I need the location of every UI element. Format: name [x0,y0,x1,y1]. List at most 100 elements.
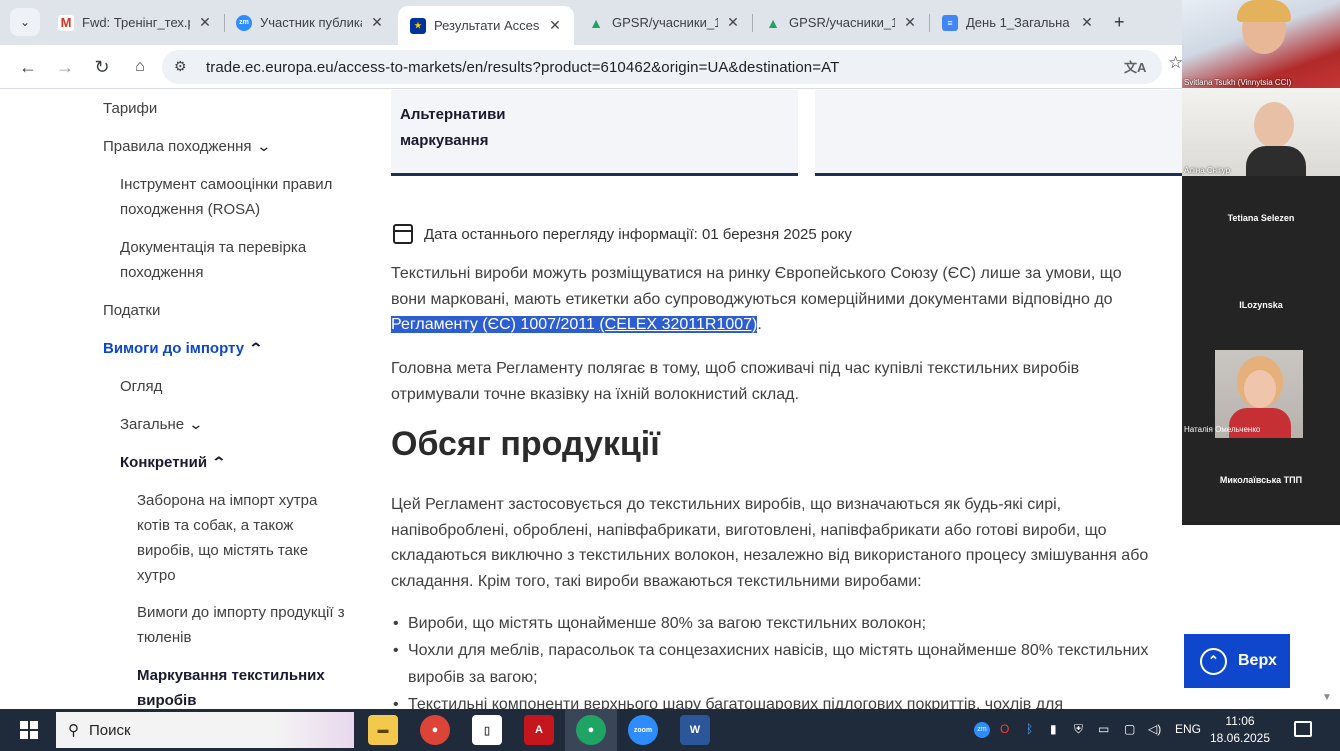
sidebar-item-rosa[interactable]: Інструмент самооцінки правил походження … [120,172,345,222]
windows-start-icon[interactable] [20,721,38,739]
clock-time: 11:06 [1225,714,1255,728]
scope-bullet-list: Вироби, що містять щонайменше 80% за ваг… [391,610,1151,710]
sidebar-item-textile-labelling[interactable]: Маркування текстильних виробів [137,663,337,710]
close-icon[interactable]: ✕ [1078,14,1096,31]
home-icon[interactable]: ⌂ [128,55,152,79]
google-drive-icon: ▲ [766,14,780,31]
list-item: Текстильні компоненти верхнього шару баг… [391,691,1151,710]
sidebar-item-fur-ban[interactable]: Заборона на імпорт хутра котів та собак,… [137,488,337,588]
chevron-down-icon: ⌄ [188,416,204,432]
url-text[interactable]: trade.ec.europa.eu/access-to-markets/en/… [206,59,839,76]
microphone-icon[interactable]: ▮ [1050,722,1057,736]
participant-tile[interactable]: Svitlana Tsukh (Vinnytsia CCI) [1182,0,1340,88]
sidebar-item-taxes[interactable]: Податки [103,298,160,323]
search-icon: ⚲ [68,722,79,739]
section-heading: Обсяг продукції [391,425,660,463]
screen: ⌄ M Fwd: Тренінг_тех.р ✕ zm Участник пуб… [0,0,1340,751]
forward-arrow-icon[interactable]: → [53,55,77,79]
google-drive-icon: ▲ [589,14,603,31]
intro-paragraph: Текстильні вироби можуть розміщуватися н… [391,265,1122,333]
opera-tray-icon[interactable]: O [1000,722,1009,736]
windows-taskbar: ⚲ Поиск ▬ ● ▯ A ● zoom W zm O ᛒ ▮ ⛨ ▭ ▢ … [0,709,1340,751]
zoom-icon: zm [236,14,252,31]
back-to-top-button[interactable]: ⌃ Верх [1184,634,1290,688]
close-icon[interactable]: ✕ [724,14,742,31]
tab-search-menu-button[interactable]: ⌄ [10,8,40,36]
system-clock[interactable]: 11:06 18.06.2025 [1208,713,1272,747]
avatar-body [1246,146,1306,176]
file-explorer-icon[interactable]: ▬ [368,715,398,745]
new-tab-button[interactable]: + [1114,12,1125,33]
sidebar-item-overview[interactable]: Огляд [120,374,162,399]
close-icon[interactable]: ✕ [368,14,386,31]
sidebar-item-rules-of-origin[interactable]: Правила походження ⌄ [103,134,272,159]
scope-paragraph: Цей Регламент застосовується до текстиль… [391,496,1149,590]
regulation-link[interactable]: Регламенту (ЄС) 1007/2011 [391,316,595,333]
participant-name: Аліна Снігур [1184,166,1231,175]
sidebar-item-specific[interactable]: Конкретний ⌃ [120,450,227,475]
card-title: Альтернативи маркування [400,106,506,149]
notification-center-icon[interactable] [1294,721,1312,737]
scroll-down-arrow-icon[interactable]: ▼ [1322,692,1332,703]
eu-flag-icon: ★ [410,17,426,34]
chevron-down-icon: ⌄ [19,15,31,29]
list-item: Вироби, що містять щонайменше 80% за ваг… [391,610,1151,637]
close-icon[interactable]: ✕ [546,17,564,34]
chrome-icon[interactable]: ● [420,715,450,745]
acrobat-icon[interactable]: A [524,715,554,745]
participant-name[interactable]: Миколаївська ТПП [1182,475,1340,485]
page-content: Тарифи Правила походження ⌄ Інструмент са… [0,90,1182,710]
last-reviewed-date: Дата останнього перегляду інформації: 01… [424,225,852,243]
site-info-icon[interactable]: ⚙ [174,58,187,75]
sidebar-item-import-requirements[interactable]: Вимоги до імпорту ⌃ [103,336,264,361]
chevron-up-icon: ⌃ [1200,647,1227,675]
google-docs-icon: ≡ [942,14,958,31]
tab-gmail[interactable]: M Fwd: Тренінг_тех.р ✕ [46,6,224,39]
chrome-icon[interactable]: ● [576,715,606,745]
participant-name[interactable]: Tetiana Selezen [1182,213,1340,223]
close-icon[interactable]: ✕ [901,14,919,31]
tab-gpsr-1[interactable]: ▲ GPSR/учасники_1 ✕ [576,6,752,39]
language-indicator[interactable]: ENG [1175,722,1201,736]
tab-docs[interactable]: ≡ День 1_Загальна ✕ [930,6,1106,39]
sidebar-item-seal-products[interactable]: Вимоги до імпорту продукції з тюленів [137,600,352,650]
tab-gpsr-2[interactable]: ▲ GPSR/учасники_1 ✕ [753,6,929,39]
chevron-up-icon: ⌃ [211,454,227,470]
security-icon[interactable]: ⛨ [1074,722,1083,737]
bluetooth-icon[interactable]: ᛒ [1026,722,1033,736]
browser-tabstrip: ⌄ M Fwd: Тренінг_тех.р ✕ zm Участник пуб… [0,0,1182,45]
card-secondary[interactable] [815,90,1182,176]
video-conference-panel: Svitlana Tsukh (Vinnytsia CCI) Аліна Сні… [1182,0,1340,525]
volume-icon[interactable]: ◁) [1148,722,1161,736]
participant-tile[interactable]: Аліна Снігур [1182,88,1340,176]
sidebar-item-tariffs[interactable]: Тарифи [103,96,157,121]
avatar [1254,102,1294,148]
translate-icon[interactable]: 文A [1124,57,1146,76]
last-reviewed-row: Дата останнього перегляду інформації: 01… [393,224,852,244]
close-icon[interactable]: ✕ [196,14,214,31]
reload-icon[interactable]: ↻ [90,55,114,79]
network-icon[interactable]: ▢ [1124,722,1135,736]
goal-paragraph: Головна мета Регламенту полягає в тому, … [391,360,1080,403]
tab-zoom[interactable]: zm Участник публика ✕ [224,6,396,39]
participant-name: Svitlana Tsukh (Vinnytsia CCI) [1184,78,1292,87]
browser-toolbar: ← → ↻ ⌂ ⚙ trade.ec.europa.eu/access-to-m… [0,45,1182,89]
bookmark-star-icon[interactable]: ☆ [1168,53,1183,73]
battery-icon[interactable]: ▭ [1098,722,1109,736]
chevron-down-icon: ⌄ [255,138,272,154]
notepad-icon[interactable]: ▯ [472,715,502,745]
sidebar-item-general[interactable]: Загальне ⌄ [120,412,204,437]
zoom-icon[interactable]: zoom [628,715,658,745]
word-icon[interactable]: W [680,715,710,745]
back-arrow-icon[interactable]: ← [16,55,40,79]
list-item: Чохли для меблів, парасольок та сонцезах… [391,637,1151,691]
sidebar-item-origin-docs[interactable]: Документація та перевірка походження [120,235,345,285]
card-labelling-alternatives[interactable]: Альтернативи маркування [391,90,798,176]
participant-name: Наталія Омельченко [1184,425,1261,434]
address-bar[interactable]: ⚙ trade.ec.europa.eu/access-to-markets/e… [162,50,1162,84]
zoom-tray-icon[interactable]: zm [974,722,990,738]
tab-access-to-markets[interactable]: ★ Результати Access ✕ [398,6,574,45]
avatar-hair [1237,0,1291,22]
participant-name[interactable]: ILozynska [1182,300,1340,310]
celex-link[interactable]: (CELEX 32011R1007) [599,316,758,333]
